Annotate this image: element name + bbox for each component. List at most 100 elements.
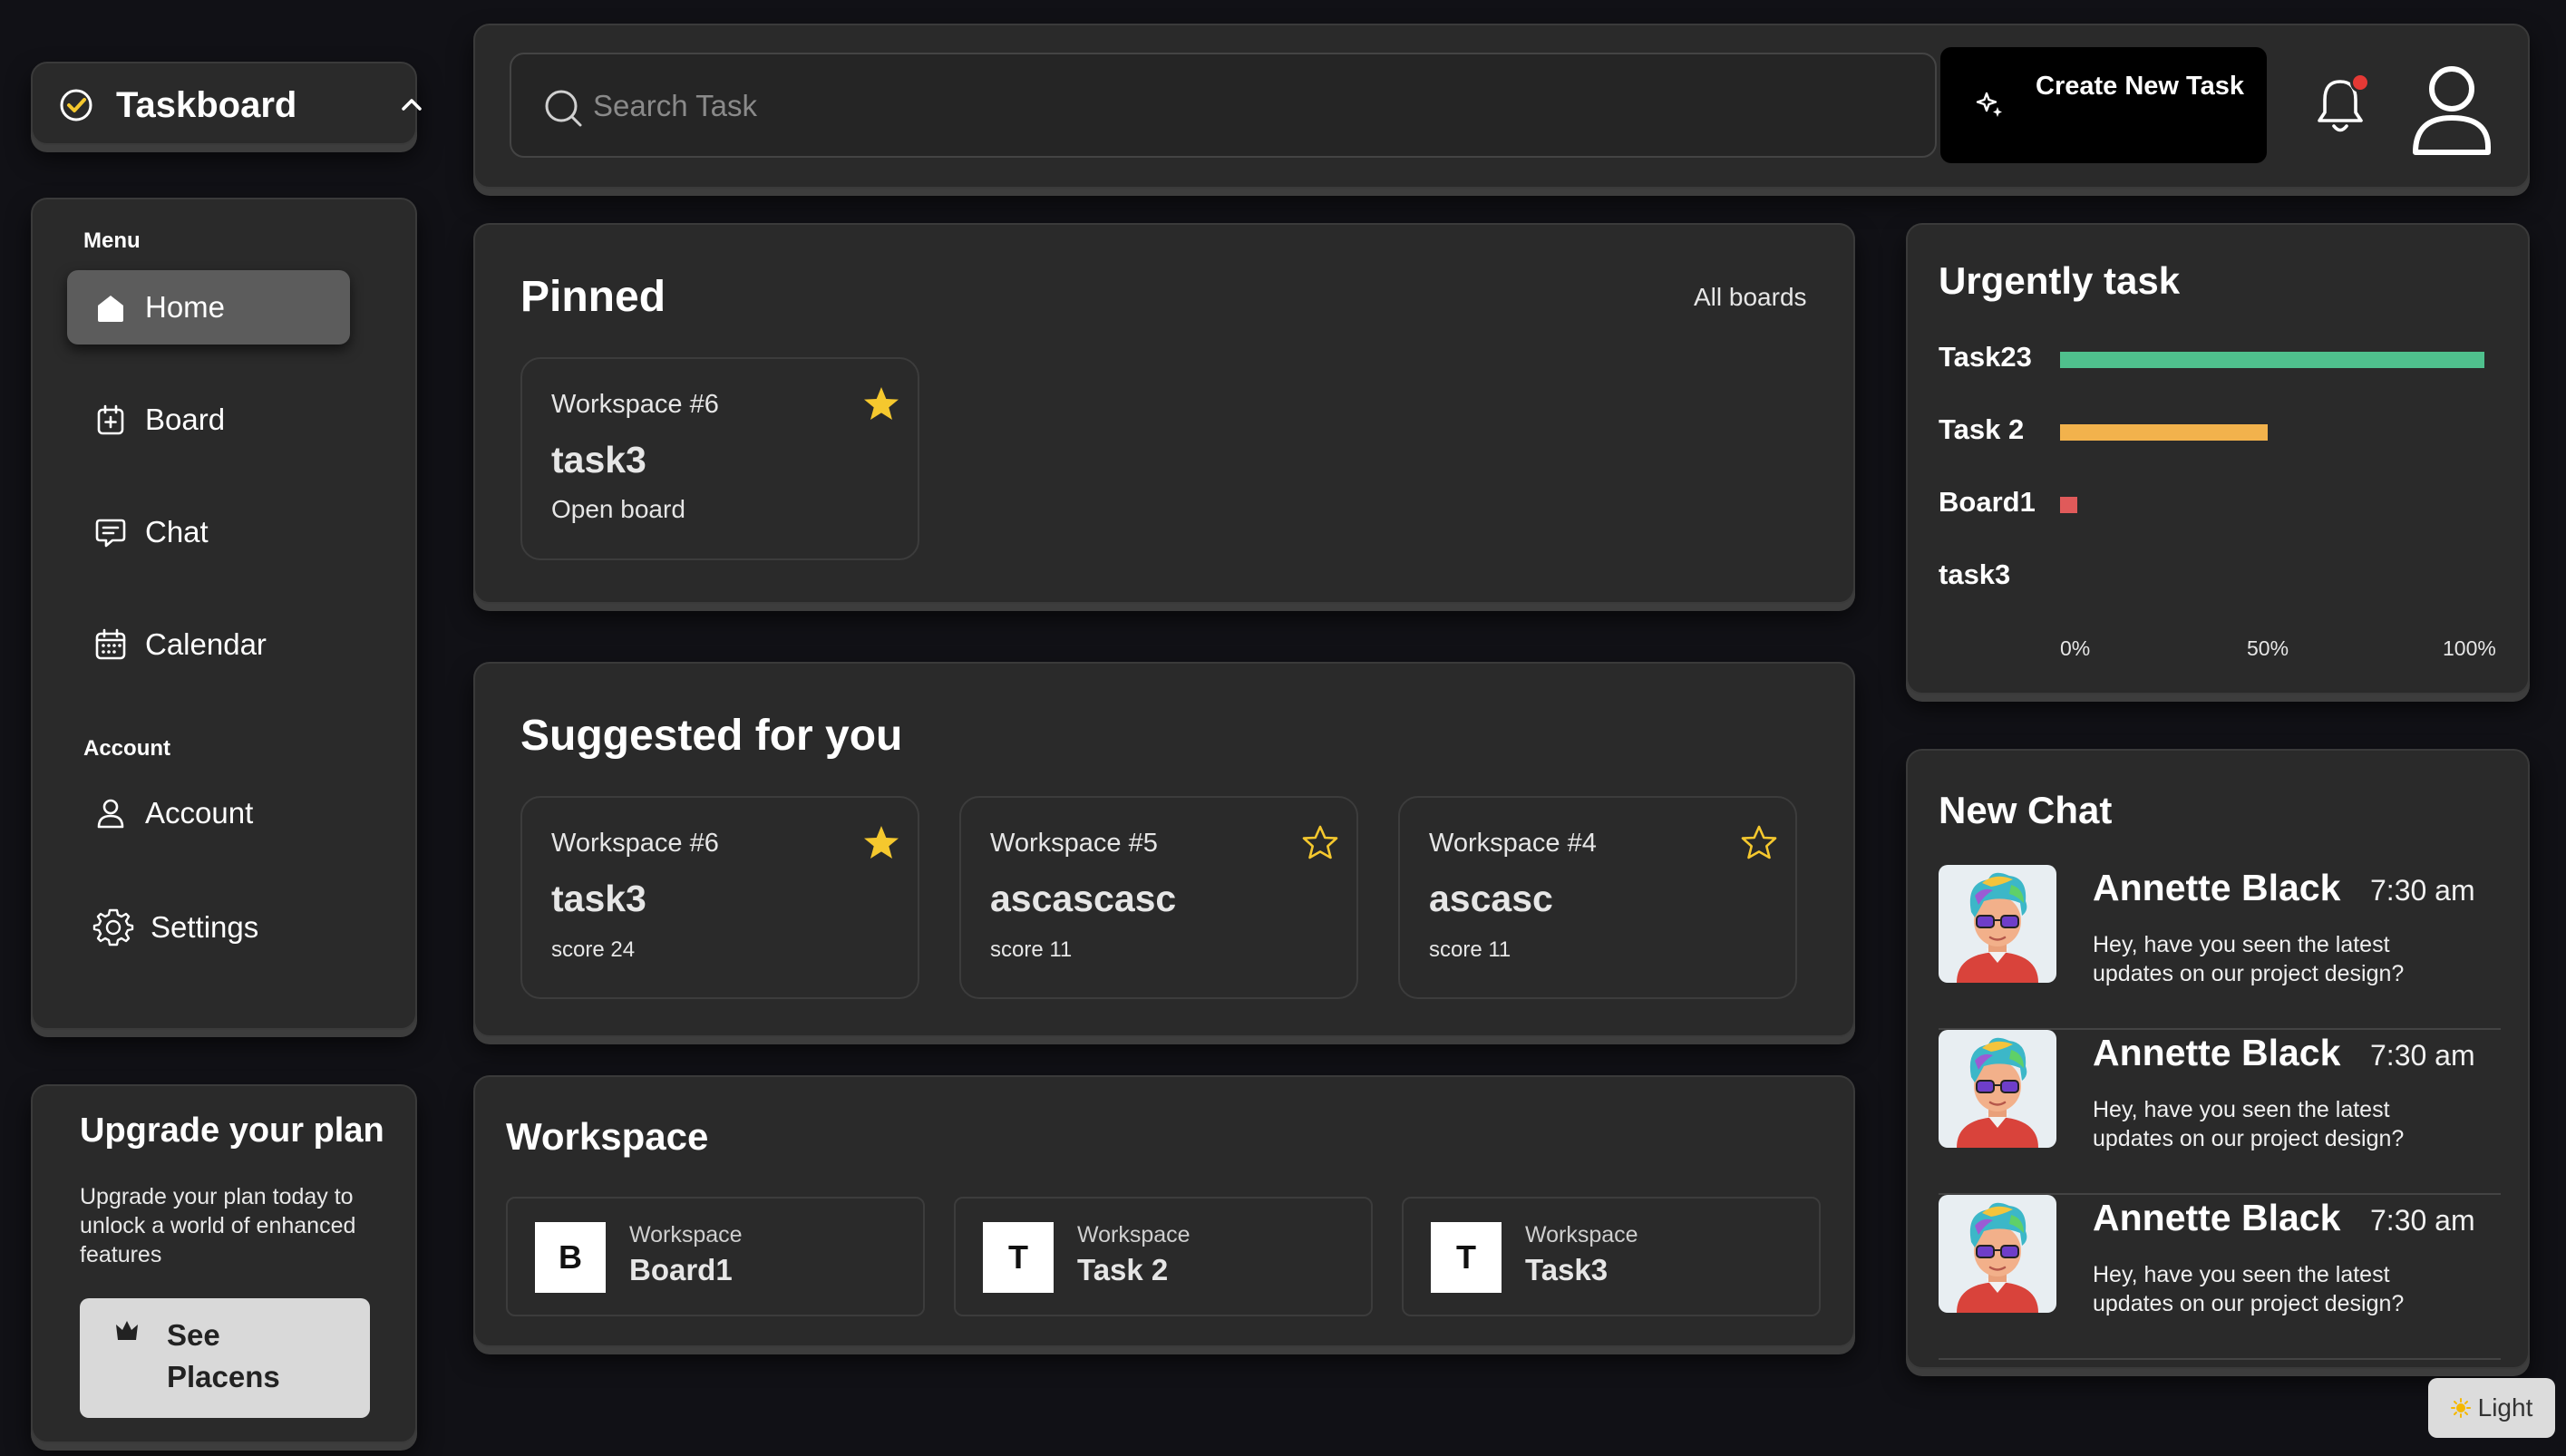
crown-icon (112, 1316, 141, 1345)
workspace-card-name: Board1 (629, 1253, 733, 1286)
card-score: score 11 (990, 937, 1073, 962)
workspace-card-label: Workspace (629, 1222, 743, 1247)
search-box[interactable] (510, 53, 1937, 158)
board-icon (92, 402, 129, 438)
pinned-panel: Pinned All boards Workspace #6 task3 Ope… (473, 223, 1855, 604)
top-bar: Create New Task (473, 24, 2530, 189)
upgrade-description: Upgrade your plan today to unlock a worl… (80, 1184, 356, 1267)
urgent-task-label: Board1 (1939, 486, 2036, 518)
pinned-board-card[interactable]: Workspace #6 task3 Open board (520, 357, 919, 560)
star-outline-icon[interactable] (1300, 823, 1340, 863)
workspace-card[interactable]: T Workspace Task3 (1402, 1197, 1821, 1316)
workspace-letter-badge: T (983, 1222, 1054, 1293)
suggested-board-card[interactable]: Workspace #6 task3 score 24 (520, 796, 919, 999)
avatar (1939, 865, 2056, 983)
pinned-title: Pinned (520, 273, 666, 321)
chat-message-preview: Hey, have you seen the latest updates on… (2093, 1097, 2405, 1151)
chat-message-item[interactable]: Annette Black 7:30 am Hey, have you seen… (1939, 865, 2501, 1030)
urgent-task-bar (2060, 497, 2077, 513)
suggested-title: Suggested for you (520, 712, 903, 760)
check-circle-icon (58, 87, 94, 123)
card-workspace: Workspace #5 (990, 829, 1158, 858)
calendar-icon (92, 626, 129, 663)
workspace-card-name: Task 2 (1077, 1253, 1169, 1286)
search-input[interactable] (593, 80, 1862, 132)
home-icon (92, 289, 129, 325)
workspace-card-label: Workspace (1077, 1222, 1191, 1247)
profile-avatar-icon[interactable] (2408, 58, 2495, 160)
workspace-card[interactable]: B Workspace Board1 (506, 1197, 925, 1316)
app-name: Taskboard (116, 85, 297, 125)
sidebar-item-board[interactable]: Board (67, 383, 350, 457)
avatar (1939, 1195, 2056, 1313)
urgent-task-bar (2060, 424, 2269, 441)
sidebar-item-label: Home (145, 290, 226, 324)
sidebar-item-account[interactable]: Account (67, 776, 350, 850)
notification-bell-icon[interactable] (2308, 71, 2372, 140)
chat-sender-name: Annette Black (2093, 1197, 2341, 1238)
card-board-name: ascascasc (990, 878, 1177, 919)
brand-selector[interactable]: Taskboard (31, 62, 422, 145)
chat-icon (92, 514, 129, 550)
sidebar-item-label: Settings (151, 910, 259, 944)
star-filled-icon[interactable] (861, 384, 901, 424)
notification-dot (2350, 73, 2370, 92)
card-board-name: task3 (551, 439, 646, 480)
card-workspace: Workspace #4 (1429, 829, 1597, 858)
card-score: score 24 (551, 937, 636, 962)
sidebar-item-settings[interactable]: Settings (67, 890, 350, 965)
chat-sender-name: Annette Black (2093, 867, 2341, 908)
workspace-panel: Workspace B Workspace Board1 T Workspace… (473, 1075, 1855, 1347)
card-workspace: Workspace #6 (551, 390, 719, 419)
card-workspace: Workspace #6 (551, 829, 719, 858)
urgent-tasks-panel: Urgently task Task23 Task 2 Board1 task3 0%… (1906, 223, 2530, 694)
search-icon (542, 87, 584, 129)
workspace-letter-badge: B (535, 1222, 606, 1293)
sidebar-item-home[interactable]: Home (67, 270, 350, 345)
create-new-task-label: Create New Task (2036, 72, 2244, 101)
star-filled-icon[interactable] (861, 823, 901, 863)
all-boards-link[interactable]: All boards (1694, 283, 1807, 312)
menu-section-label: Menu (83, 228, 141, 253)
sidebar-item-chat[interactable]: Chat (67, 495, 350, 569)
card-board-name: task3 (551, 878, 646, 919)
sidebar-item-label: Chat (145, 515, 209, 548)
urgent-task-label: task3 (1939, 558, 2011, 590)
sparkle-icon (1975, 89, 2006, 120)
suggested-panel: Suggested for you Workspace #6 task3 sco… (473, 662, 1855, 1037)
sidebar-item-calendar[interactable]: Calendar (67, 607, 350, 682)
chat-message-item[interactable]: Annette Black 7:30 am Hey, have you seen… (1939, 1030, 2501, 1195)
open-board-link[interactable]: Open board (551, 495, 685, 524)
gear-icon (92, 907, 134, 948)
chat-sender-name: Annette Black (2093, 1032, 2341, 1073)
sidebar-item-label: Calendar (145, 627, 267, 661)
see-plans-label: See Placens (167, 1318, 280, 1393)
axis-tick-label: 100% (2443, 636, 2496, 660)
sidebar: Menu Home Board Chat Calendar Account Ac… (31, 198, 417, 1030)
card-score: score 11 (1429, 937, 1511, 962)
chat-message-item[interactable]: Annette Black 7:30 am Hey, have you seen… (1939, 1195, 2501, 1360)
see-plans-button[interactable]: See Placens (80, 1298, 370, 1418)
theme-toggle-button[interactable]: Light (2428, 1378, 2555, 1438)
chevron-up-icon[interactable] (399, 92, 424, 118)
suggested-board-card[interactable]: Workspace #5 ascascasc score 11 (959, 796, 1358, 999)
axis-tick-label: 50% (2247, 636, 2289, 660)
upgrade-title: Upgrade your plan (80, 1111, 384, 1150)
user-icon (92, 795, 129, 831)
urgent-title: Urgently task (1939, 259, 2181, 302)
chat-message-preview: Hey, have you seen the latest updates on… (2093, 1262, 2405, 1316)
suggested-board-card[interactable]: Workspace #4 ascasc score 11 (1398, 796, 1797, 999)
workspace-title: Workspace (506, 1115, 709, 1158)
new-chat-panel: New Chat Annette Black 7:30 am Hey, have… (1906, 749, 2530, 1369)
sun-icon (2450, 1398, 2471, 1418)
new-chat-title: New Chat (1939, 789, 2113, 831)
avatar (1939, 1030, 2056, 1148)
workspace-letter-badge: T (1431, 1222, 1502, 1293)
star-outline-icon[interactable] (1739, 823, 1779, 863)
workspace-card[interactable]: T Workspace Task 2 (954, 1197, 1373, 1316)
account-section-label: Account (83, 736, 170, 761)
workspace-card-name: Task3 (1525, 1253, 1609, 1286)
create-new-task-button[interactable]: Create New Task (1940, 47, 2267, 163)
card-board-name: ascasc (1429, 878, 1553, 919)
chat-time: 7:30 am (2370, 1204, 2475, 1237)
